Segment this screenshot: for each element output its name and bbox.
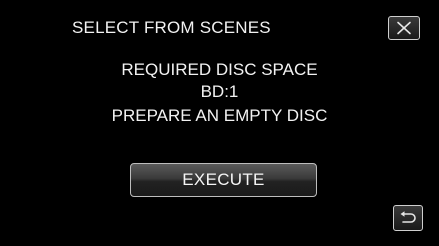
prepare-disc-instruction: PREPARE AN EMPTY DISC <box>111 106 328 125</box>
execute-button[interactable]: EXECUTE <box>130 163 317 197</box>
back-button[interactable] <box>393 205 423 231</box>
dialog-title: SELECT FROM SCENES <box>72 18 271 37</box>
close-icon <box>397 21 411 35</box>
return-arrow-icon <box>400 211 416 223</box>
execute-button-label: EXECUTE <box>182 170 265 189</box>
dialog-screen: SELECT FROM SCENES REQUIRED DISC SPACE B… <box>0 0 439 246</box>
required-space-label: REQUIRED DISC SPACE <box>121 60 318 79</box>
disc-count-value: BD:1 <box>200 82 239 101</box>
close-button[interactable] <box>388 16 420 40</box>
